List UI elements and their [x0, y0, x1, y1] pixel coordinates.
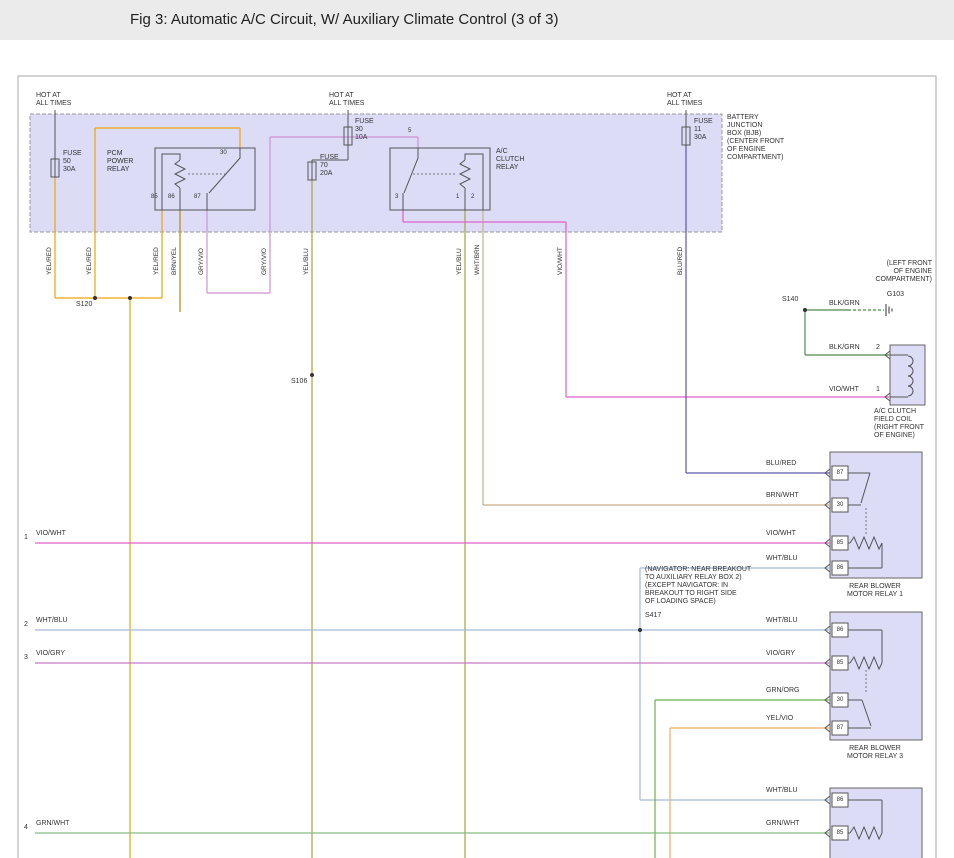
wire-label-gry-vio-1: GRY/VIO [198, 248, 205, 275]
left-wire-1-num: 1 [24, 534, 28, 542]
navigator-note: (NAVIGATOR: NEAR BREAKOUT TO AUXILIARY R… [645, 566, 770, 606]
field-coil-pin2-label: 2 [876, 344, 880, 352]
wire-label-brn-yel: BRN/YEL [171, 247, 178, 275]
splice-s106-label: S106 [291, 378, 307, 386]
pcm-pin86-label: 86 [168, 194, 175, 201]
ac-relay-label: A/C CLUTCH RELAY [496, 148, 524, 172]
relay-dashed-links [188, 174, 866, 694]
wire-label-yel-red-2: YEL/RED [86, 247, 93, 275]
relay3-pin-87: 87 [832, 725, 848, 731]
wire-label-yel-blu-2: YEL/BLU [456, 248, 463, 275]
bjb-label: BATTERY JUNCTION BOX (BJB) (CENTER FRONT… [727, 114, 784, 162]
fuse-70-label: FUSE 70 20A [320, 154, 339, 178]
ac-pin1-label: 1 [456, 194, 459, 201]
right-wire-vio-wht: VIO/WHT [766, 530, 796, 538]
splice-s120-label: S120 [76, 301, 92, 309]
splice-s417-dot [638, 628, 642, 632]
field-coil-box [890, 345, 925, 405]
splice-s140-dot [803, 308, 807, 312]
wire-label-yel-red-1: YEL/RED [46, 247, 53, 275]
right-wire-vio-gry: VIO/GRY [766, 650, 795, 658]
relay1-pin-30: 30 [832, 502, 848, 508]
ac-pin2-label: 2 [471, 194, 474, 201]
relay3-pin-86: 86 [832, 627, 848, 633]
wire-label-blu-red: BLU/RED [677, 247, 684, 275]
pcm-pin30-label: 30 [220, 150, 227, 157]
figure-title: Fig 3: Automatic A/C Circuit, W/ Auxilia… [130, 11, 558, 28]
right-wire-yel-vio: YEL/VIO [766, 715, 793, 723]
ground-icon [886, 304, 892, 316]
relay3-caption: REAR BLOWER MOTOR RELAY 3 [826, 745, 924, 761]
pcm-pin87-label: 87 [194, 194, 201, 201]
field-coil-caption: A/C CLUTCH FIELD COIL (RIGHT FRONT OF EN… [874, 408, 924, 440]
title-bar: Fig 3: Automatic A/C Circuit, W/ Auxilia… [0, 0, 954, 40]
relay-partial-pin-86: 86 [832, 797, 848, 803]
hot-label-3: HOT AT ALL TIMES [667, 92, 702, 108]
wires-yel-blu [312, 180, 465, 858]
wiring-diagram-canvas [0, 0, 954, 858]
right-wire-grn-org: GRN/ORG [766, 687, 799, 695]
pcm-relay-label: PCM POWER RELAY [107, 150, 133, 174]
relay3-pin-85: 85 [832, 660, 848, 666]
left-wire-2-num: 2 [24, 621, 28, 629]
relay3-pin-30: 30 [832, 697, 848, 703]
left-wire-3-num: 3 [24, 654, 28, 662]
wires-yel-red [55, 128, 240, 858]
ground-wire-label: BLK/GRN [829, 300, 860, 308]
right-wire-wht-blu-2: WHT/BLU [766, 617, 798, 625]
splice-s106-dot [310, 373, 314, 377]
right-wire-wht-blu-3: WHT/BLU [766, 787, 798, 795]
relay1-pin-86: 86 [832, 565, 848, 571]
ac-pin3-label: 3 [395, 194, 398, 201]
left-wire-2-label: WHT/BLU [36, 617, 68, 625]
field-coil-pin1-wire-label: VIO/WHT [829, 386, 859, 394]
splice-s140-label: S140 [782, 296, 798, 304]
wire-label-vio-wht: VIO/WHT [557, 247, 564, 275]
wire-label-gry-vio-2: GRY/VIO [261, 248, 268, 275]
left-wire-4-label: GRN/WHT [36, 820, 69, 828]
fuse-11-label: FUSE 11 30A [694, 118, 713, 142]
left-wire-1-label: VIO/WHT [36, 530, 66, 538]
relay-partial-pin-85: 85 [832, 830, 848, 836]
wire-label-wht-brn: WHT/BRN [474, 245, 481, 275]
splice-s417-label: S417 [645, 612, 661, 620]
fuse-30-label: FUSE 30 10A [355, 118, 374, 142]
right-wire-brn-wht: BRN/WHT [766, 492, 799, 500]
field-coil-pin2-wire-label: BLK/GRN [829, 344, 860, 352]
wires-yel-vio [670, 728, 830, 858]
right-wire-blu-red: BLU/RED [766, 460, 796, 468]
fuse-50-label: FUSE 50 30A [63, 150, 82, 174]
hot-label-2: HOT AT ALL TIMES [329, 92, 364, 108]
relay1-pin-87: 87 [832, 470, 848, 476]
ac-pin5-label: 5 [408, 128, 411, 135]
left-wire-4-num: 4 [24, 824, 28, 832]
splice-s120-dot [93, 296, 97, 300]
right-wire-grn-wht: GRN/WHT [766, 820, 799, 828]
wire-label-yel-red-3: YEL/RED [153, 247, 160, 275]
battery-junction-box [30, 114, 722, 232]
left-wire-3-label: VIO/GRY [36, 650, 65, 658]
wire-label-yel-blu-1: YEL/BLU [303, 248, 310, 275]
ground-location-label: (LEFT FRONT OF ENGINE COMPARTMENT) [840, 260, 932, 284]
hot-label-1: HOT AT ALL TIMES [36, 92, 71, 108]
wires-grn-org [655, 700, 830, 858]
field-coil-pin1-label: 1 [876, 386, 880, 394]
pcm-pin85-label: 85 [151, 194, 158, 201]
relay1-pin-85: 85 [832, 540, 848, 546]
wiring-diagram-page: Fig 3: Automatic A/C Circuit, W/ Auxilia… [0, 0, 954, 858]
right-wire-wht-blu-1: WHT/BLU [766, 555, 798, 563]
relay1-caption: REAR BLOWER MOTOR RELAY 1 [826, 583, 924, 599]
ground-id-label: G103 [858, 291, 904, 299]
